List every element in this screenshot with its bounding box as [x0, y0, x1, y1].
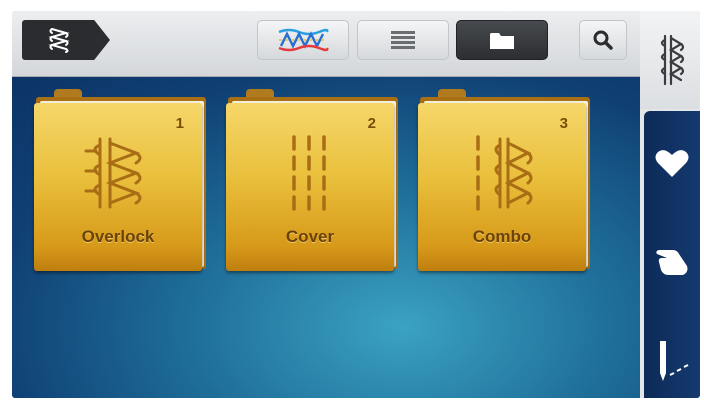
hand-icon [656, 250, 688, 275]
sidebar-item-personal[interactable] [644, 229, 700, 289]
list-view-button[interactable] [357, 20, 449, 60]
top-toolbar [12, 11, 640, 77]
folder-label: Cover [285, 227, 335, 246]
stitch-menu-icon [48, 28, 70, 53]
folder-number: 2 [367, 115, 376, 132]
needle-icon [660, 341, 689, 381]
colored-stitch-icon [278, 28, 329, 52]
app-frame: 1 Overlock 2 Cover 3 Combo [12, 11, 700, 398]
folder-number: 3 [559, 115, 568, 132]
folder-number: 1 [175, 115, 184, 132]
cover-stitch-icon [292, 135, 326, 215]
combo-stitch-icon [476, 135, 533, 215]
search-button[interactable] [579, 20, 627, 60]
folder-label: Combo [472, 227, 532, 246]
folder-cover[interactable]: 2 Cover [218, 89, 400, 271]
stitch-icon [660, 34, 685, 86]
overlock-stitch-icon [84, 137, 142, 209]
folder-overlock[interactable]: 1 Overlock [26, 89, 208, 271]
folder-view-button[interactable] [456, 20, 548, 60]
stitch-menu-button[interactable] [22, 20, 110, 60]
sidebar-item-favorites[interactable] [644, 133, 700, 193]
sidebar-item-needle[interactable] [644, 331, 700, 391]
folder-label: Overlock [81, 227, 155, 246]
search-icon [593, 30, 613, 50]
folder-icon [490, 33, 514, 49]
folder-combo[interactable]: 3 Combo [410, 89, 592, 271]
stitch-view-button[interactable] [257, 20, 349, 60]
stitch-folder-area: 1 Overlock 2 Cover 3 Combo [12, 77, 640, 398]
sidebar-menu [644, 111, 700, 398]
heart-icon [655, 150, 689, 177]
right-sidebar [640, 11, 700, 398]
list-icon [391, 31, 415, 49]
sidebar-item-stitches[interactable] [640, 11, 700, 109]
